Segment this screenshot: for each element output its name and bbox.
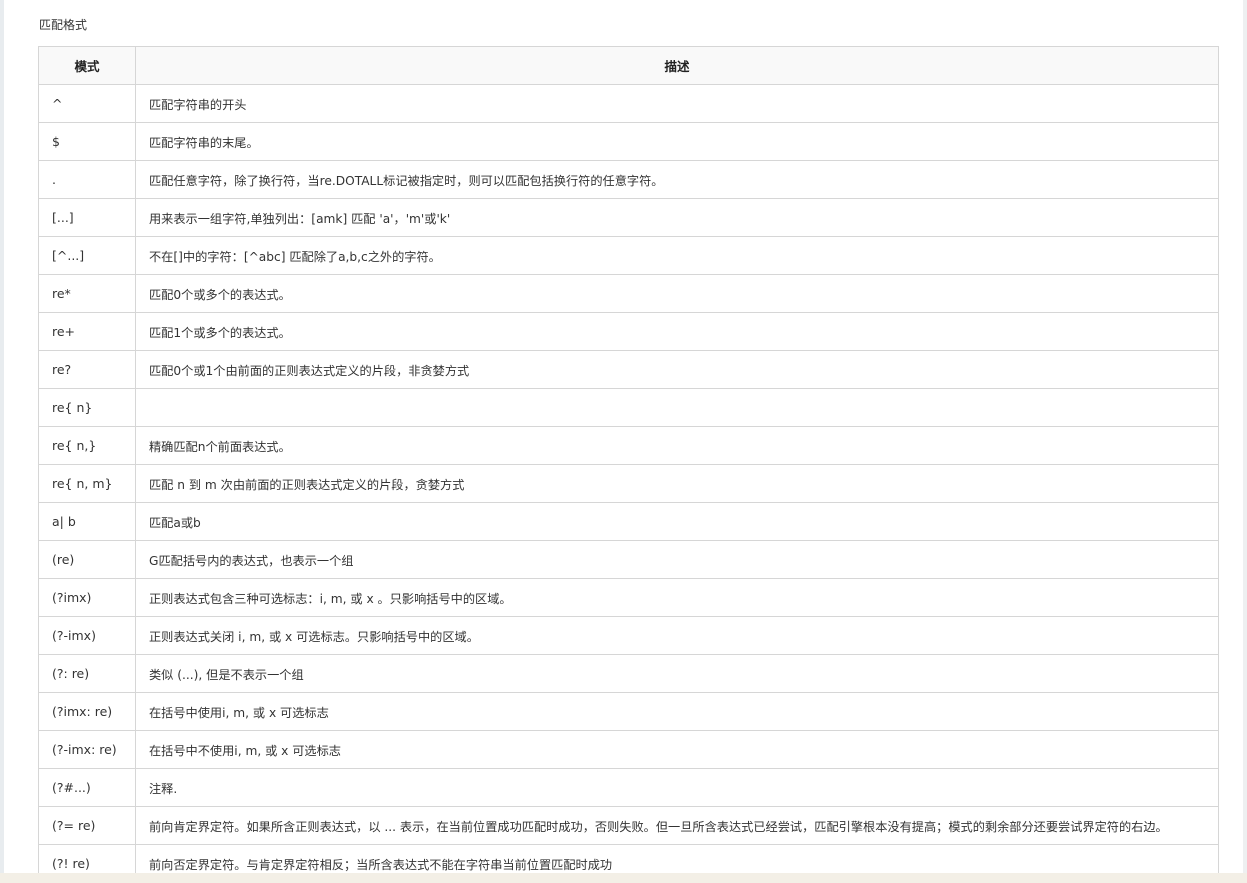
description-cell: 类似 (...), 但是不表示一个组 [135,654,1219,693]
pattern-cell: re{ n} [38,388,136,427]
table-header-row: 模式 描述 [38,46,1219,85]
pattern-cell: (?-imx) [38,616,136,655]
description-cell: 匹配 n 到 m 次由前面的正则表达式定义的片段，贪婪方式 [135,464,1219,503]
bottom-scroll-strip [0,873,1247,883]
pattern-cell: re{ n, m} [38,464,136,503]
table-row: (?: re) 类似 (...), 但是不表示一个组 [38,654,1219,693]
pattern-cell: (?imx: re) [38,692,136,731]
pattern-cell: a| b [38,502,136,541]
pattern-cell: (re) [38,540,136,579]
pattern-cell: re{ n,} [38,426,136,465]
description-cell: 匹配任意字符，除了换行符，当re.DOTALL标记被指定时，则可以匹配包括换行符… [135,160,1219,199]
description-cell [135,388,1219,427]
pattern-cell: [^...] [38,236,136,275]
pattern-cell: (?= re) [38,806,136,845]
left-margin-strip [0,0,4,883]
table-row: [^...] 不在[]中的字符：[^abc] 匹配除了a,b,c之外的字符。 [38,236,1219,275]
header-description: 描述 [135,46,1219,85]
pattern-cell: (?#...) [38,768,136,807]
description-cell: 正则表达式关闭 i, m, 或 x 可选标志。只影响括号中的区域。 [135,616,1219,655]
description-cell: 用来表示一组字符,单独列出：[amk] 匹配 'a'，'m'或'k' [135,198,1219,237]
table-row: re? 匹配0个或1个由前面的正则表达式定义的片段，非贪婪方式 [38,350,1219,389]
pattern-cell: $ [38,122,136,161]
description-cell: 精确匹配n个前面表达式。 [135,426,1219,465]
pattern-cell: (?-imx: re) [38,730,136,769]
table-row: (?= re) 前向肯定界定符。如果所含正则表达式，以 ... 表示，在当前位置成… [38,806,1219,845]
description-cell: 匹配字符串的末尾。 [135,122,1219,161]
pattern-cell: re+ [38,312,136,351]
table-row: re* 匹配0个或多个的表达式。 [38,274,1219,313]
table-row: (?#...) 注释. [38,768,1219,807]
description-cell: 注释. [135,768,1219,807]
description-cell: 匹配0个或1个由前面的正则表达式定义的片段，非贪婪方式 [135,350,1219,389]
pattern-cell: . [38,160,136,199]
table-row: ^ 匹配字符串的开头 [38,84,1219,123]
pattern-cell: re? [38,350,136,389]
table-row: [...] 用来表示一组字符,单独列出：[amk] 匹配 'a'，'m'或'k' [38,198,1219,237]
pattern-cell: (?imx) [38,578,136,617]
header-pattern: 模式 [38,46,136,85]
description-cell: G匹配括号内的表达式，也表示一个组 [135,540,1219,579]
table-row: (?-imx: re) 在括号中不使用i, m, 或 x 可选标志 [38,730,1219,769]
regex-pattern-table: 模式 描述 ^ 匹配字符串的开头 $ 匹配字符串的末尾。. 匹配任意字符，除了换行符，当… [38,46,1219,883]
pattern-cell: (?: re) [38,654,136,693]
right-margin-strip [1243,0,1247,883]
table-row: re{ n} [38,388,1219,427]
description-cell: 在括号中不使用i, m, 或 x 可选标志 [135,730,1219,769]
description-cell: 在括号中使用i, m, 或 x 可选标志 [135,692,1219,731]
pattern-cell: ^ [38,84,136,123]
table-row: (re) G匹配括号内的表达式，也表示一个组 [38,540,1219,579]
table-row: re{ n, m} 匹配 n 到 m 次由前面的正则表达式定义的片段，贪婪方式 [38,464,1219,503]
description-cell: 正则表达式包含三种可选标志：i, m, 或 x 。只影响括号中的区域。 [135,578,1219,617]
table-body: ^ 匹配字符串的开头 $ 匹配字符串的末尾。. 匹配任意字符，除了换行符，当re.DOT… [38,84,1219,883]
table-row: (?imx: re) 在括号中使用i, m, 或 x 可选标志 [38,692,1219,731]
table-row: $ 匹配字符串的末尾。 [38,122,1219,161]
table-row: (?imx) 正则表达式包含三种可选标志：i, m, 或 x 。只影响括号中的区域… [38,578,1219,617]
table-row: (?-imx) 正则表达式关闭 i, m, 或 x 可选标志。只影响括号中的区域。 [38,616,1219,655]
description-cell: 不在[]中的字符：[^abc] 匹配除了a,b,c之外的字符。 [135,236,1219,275]
description-cell: 前向肯定界定符。如果所含正则表达式，以 ... 表示，在当前位置成功匹配时成功，… [135,806,1219,845]
description-cell: 匹配a或b [135,502,1219,541]
description-cell: 匹配0个或多个的表达式。 [135,274,1219,313]
table-row: . 匹配任意字符，除了换行符，当re.DOTALL标记被指定时，则可以匹配包括换行… [38,160,1219,199]
table-row: re{ n,} 精确匹配n个前面表达式。 [38,426,1219,465]
pattern-cell: re* [38,274,136,313]
table-row: re+ 匹配1个或多个的表达式。 [38,312,1219,351]
description-cell: 匹配字符串的开头 [135,84,1219,123]
pattern-cell: [...] [38,198,136,237]
section-heading: 匹配格式 [39,18,88,32]
table-row: a| b 匹配a或b [38,502,1219,541]
description-cell: 匹配1个或多个的表达式。 [135,312,1219,351]
